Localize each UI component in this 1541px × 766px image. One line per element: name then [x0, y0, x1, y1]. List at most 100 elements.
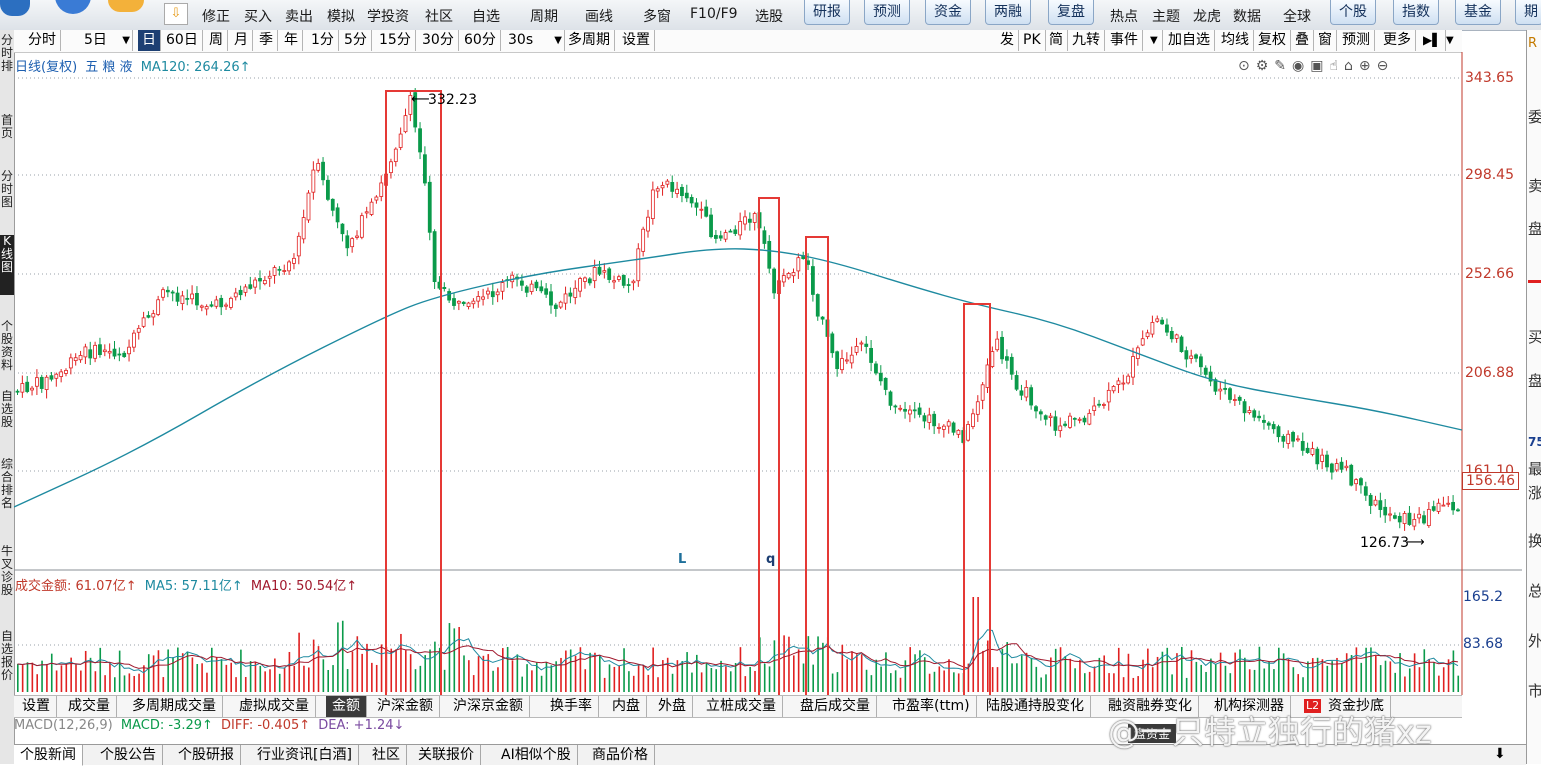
left-nav-item-watchlist[interactable]: 自选股	[0, 390, 14, 442]
zoom-out-icon[interactable]: ⊖	[1377, 58, 1395, 74]
tool-overlay[interactable]: 叠	[1291, 30, 1314, 51]
back-arrow-icon[interactable]	[55, 0, 91, 14]
ind-tab-after-hours[interactable]: 盘后成交量	[794, 696, 877, 717]
left-nav-item-profile[interactable]: 个股资料	[0, 320, 14, 372]
tool-ma[interactable]: 均线	[1217, 30, 1254, 51]
news-tab-ai-similar[interactable]: AI相似个股	[495, 745, 578, 765]
period-settings[interactable]: 设置	[618, 30, 655, 51]
ind-tab-virtual-volume[interactable]: 虚拟成交量	[233, 696, 316, 717]
period-15min[interactable]: 15分	[375, 30, 416, 51]
ind-tab-volume[interactable]: 成交量	[62, 696, 117, 717]
tool-more[interactable]: 更多	[1379, 30, 1416, 51]
ind-tab-inner[interactable]: 内盘	[606, 696, 647, 717]
toolbar-item-sell[interactable]: 卖出	[285, 6, 313, 26]
hand-icon[interactable]: ☝	[1329, 58, 1344, 74]
news-tab-stock-news[interactable]: 个股新闻	[14, 745, 83, 766]
camera-icon[interactable]: ▣	[1310, 58, 1329, 74]
settings-icon[interactable]: ⚙	[1256, 58, 1275, 74]
ind-tab-pe[interactable]: 市盈率(ttm)	[886, 696, 977, 717]
news-tab-community[interactable]: 社区	[366, 745, 407, 765]
period-day[interactable]: 日	[138, 30, 161, 51]
tool-window[interactable]: 窗	[1314, 30, 1337, 51]
toolbar-item-multiwindow[interactable]: 多窗	[643, 6, 671, 26]
period-week[interactable]: 周	[205, 30, 228, 51]
toolbar-item-theme[interactable]: 主题	[1152, 6, 1180, 26]
index-button[interactable]: 指数	[1393, 0, 1439, 25]
left-nav-item-diagnose[interactable]: 牛叉诊股	[0, 545, 14, 611]
news-tab-announcements[interactable]: 个股公告	[94, 745, 163, 765]
period-year[interactable]: 年	[280, 30, 303, 51]
review-button[interactable]: 复盘	[1048, 0, 1094, 25]
toolbar-item-learn[interactable]: 学投资	[367, 6, 409, 26]
tool-add-watch[interactable]: 加自选	[1164, 30, 1215, 51]
dropdown-arrow-icon[interactable]: ▼	[1442, 30, 1458, 51]
indicator-icon[interactable]: ⊙	[1238, 58, 1256, 74]
toolbar-item-dragon[interactable]: 龙虎	[1193, 6, 1221, 26]
ind-tab-sh-sz-amount[interactable]: 沪深金额	[371, 696, 440, 717]
period-multi[interactable]: 多周期	[564, 30, 615, 51]
futures-button[interactable]: 期	[1515, 0, 1541, 25]
tool-events[interactable]: 事件	[1106, 30, 1143, 51]
tool-simple[interactable]: 简	[1045, 30, 1068, 51]
forward-arrow-icon[interactable]	[108, 0, 144, 12]
news-tab-commodity[interactable]: 商品价格	[586, 745, 655, 765]
ind-tab-multi-volume[interactable]: 多周期成交量	[126, 696, 223, 717]
expand-down-icon[interactable]: ⬇	[1494, 746, 1506, 762]
tool-nine-turn[interactable]: 九转	[1068, 30, 1105, 51]
period-60min[interactable]: 60分	[460, 30, 501, 51]
fund-button[interactable]: 基金	[1455, 0, 1501, 25]
down-arrow-icon[interactable]: ⇩	[164, 3, 188, 25]
ind-tab-outer[interactable]: 外盘	[652, 696, 693, 717]
kline-chart[interactable]	[14, 52, 1526, 695]
news-tab-industry[interactable]: 行业资讯[白酒]	[251, 745, 359, 765]
toolbar-item-f10[interactable]: F10/F9	[690, 6, 738, 22]
zoom-in-icon[interactable]: ⊕	[1359, 58, 1377, 74]
funds-button[interactable]: 资金	[925, 0, 971, 25]
toolbar-item-draw[interactable]: 画线	[585, 6, 613, 26]
toolbar-item-buy[interactable]: 买入	[244, 6, 272, 26]
lock-icon[interactable]: ⌂	[1344, 58, 1359, 74]
left-nav-item-quotes[interactable]: 自选报价	[0, 630, 14, 696]
period-5day[interactable]: 5日 ▼	[80, 30, 133, 51]
news-tab-related[interactable]: 关联报价	[412, 745, 481, 765]
period-month[interactable]: 月	[230, 30, 253, 51]
toolbar-item-community[interactable]: 社区	[425, 6, 453, 26]
toolbar-item-hot[interactable]: 热点	[1110, 6, 1138, 26]
period-5min[interactable]: 5分	[340, 30, 372, 51]
period-quarter[interactable]: 季	[255, 30, 278, 51]
tool-post[interactable]: 发	[996, 30, 1019, 51]
left-nav-item-home[interactable]: 首页	[0, 114, 14, 144]
app-logo-icon[interactable]	[0, 0, 30, 16]
ind-tab-turnover[interactable]: 换手率	[544, 696, 599, 717]
toolbar-item-simulate[interactable]: 模拟	[327, 6, 355, 26]
left-nav-item-timeshare[interactable]: 分时图	[0, 170, 14, 222]
period-1min[interactable]: 1分	[307, 30, 339, 51]
period-60day[interactable]: 60日	[162, 30, 203, 51]
stock-button[interactable]: 个股	[1330, 0, 1376, 25]
dropdown-arrow-icon[interactable]: ▼	[1146, 30, 1163, 51]
toolbar-item-edit[interactable]: 修正	[202, 6, 230, 26]
tool-forecast[interactable]: 预测	[1338, 30, 1375, 51]
left-nav-item-timeshare-rank[interactable]: 分时排	[0, 34, 14, 94]
ind-tab-amount[interactable]: 金额	[326, 696, 367, 717]
toolbar-item-stock-picker[interactable]: 选股	[755, 6, 783, 26]
left-nav-item-ranking[interactable]: 综合排名	[0, 458, 14, 524]
tool-adjust[interactable]: 复权	[1254, 30, 1291, 51]
period-timeshare[interactable]: 分时	[24, 30, 61, 51]
left-nav-item-kline[interactable]: K线图	[0, 235, 14, 295]
ind-tab-northbound[interactable]: 陆股通持股变化	[980, 696, 1091, 717]
period-30min[interactable]: 30分	[418, 30, 459, 51]
ind-tab-settings[interactable]: 设置	[16, 696, 57, 717]
toolbar-item-data[interactable]: 数据	[1233, 6, 1261, 26]
toolbar-item-global[interactable]: 全球	[1283, 6, 1311, 26]
news-tab-research[interactable]: 个股研报	[172, 745, 241, 765]
forecast-button[interactable]: 预测	[864, 0, 910, 25]
period-30s[interactable]: 30s ▼	[504, 30, 565, 51]
toolbar-item-period[interactable]: 周期	[530, 6, 558, 26]
research-button[interactable]: 研报	[804, 0, 850, 25]
tool-pk[interactable]: PK	[1019, 30, 1046, 51]
ind-tab-pile-volume[interactable]: 立桩成交量	[700, 696, 783, 717]
margin-button[interactable]: 两融	[985, 0, 1031, 25]
ind-tab-sh-sz-bj-amount[interactable]: 沪深京金额	[447, 696, 530, 717]
pen-icon[interactable]: ✎	[1274, 58, 1292, 74]
